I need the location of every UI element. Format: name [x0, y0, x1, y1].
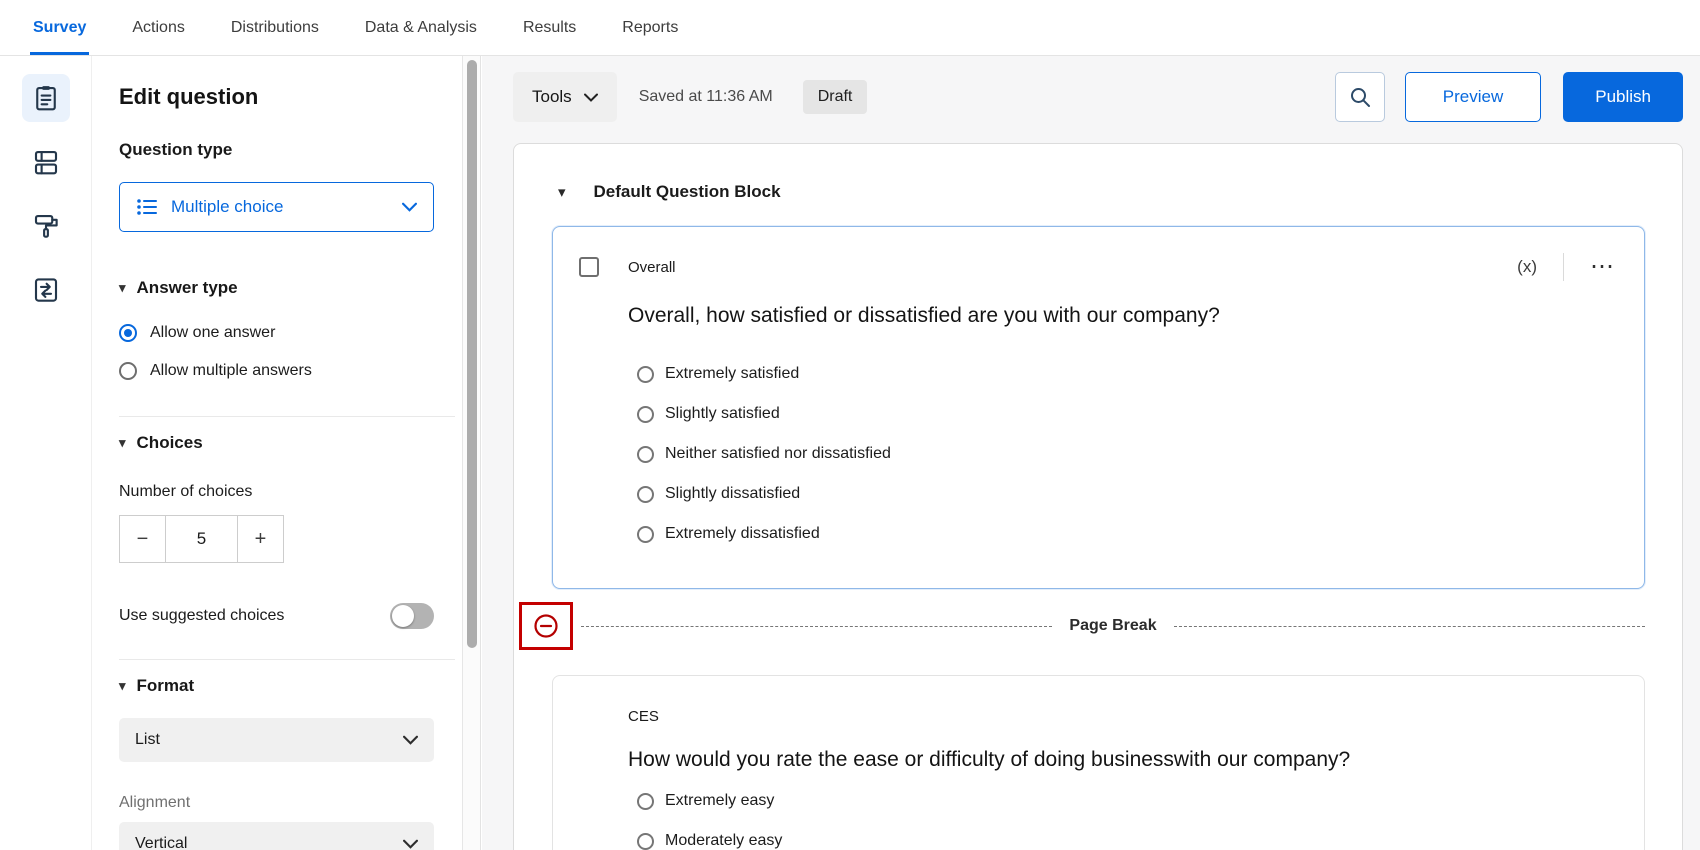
- sidebar-scrollbar[interactable]: [463, 56, 481, 850]
- section-divider: [119, 416, 455, 417]
- chevron-down-icon: [403, 735, 418, 745]
- exclude-question-icon[interactable]: (x): [1517, 257, 1563, 277]
- radio-choice-icon[interactable]: [637, 366, 654, 383]
- radio-choice-icon[interactable]: [637, 446, 654, 463]
- question-type-dropdown[interactable]: Multiple choice: [119, 182, 434, 232]
- blocks-icon[interactable]: [22, 138, 70, 186]
- question-card-overall[interactable]: Overall (x) ⋯ Overall, how satisfied or …: [552, 226, 1645, 589]
- answer-type-label: Answer type: [137, 278, 238, 298]
- toggle-knob: [392, 605, 414, 627]
- page-break-row: Page Break: [519, 601, 1645, 651]
- top-nav: Survey Actions Distributions Data & Anal…: [0, 0, 1700, 56]
- alignment-dropdown[interactable]: Vertical: [119, 822, 434, 850]
- question-checkbox[interactable]: [579, 257, 599, 277]
- search-icon: [1349, 86, 1371, 108]
- page-break-label: Page Break: [1052, 617, 1173, 635]
- alignment-label: Alignment: [119, 794, 462, 812]
- choice-count-value: 5: [165, 515, 238, 563]
- collapse-triangle-icon: ▾: [119, 435, 126, 451]
- nav-tabs: Survey Actions Distributions Data & Anal…: [33, 0, 678, 55]
- radio-choice-icon[interactable]: [637, 793, 654, 810]
- section-divider: [119, 659, 455, 660]
- choice-row[interactable]: Neither satisfied nor dissatisfied: [637, 442, 1616, 466]
- choice-row[interactable]: Extremely easy: [637, 789, 1616, 813]
- tab-results[interactable]: Results: [523, 0, 576, 55]
- block-collapse-triangle-icon[interactable]: ▾: [558, 183, 566, 201]
- choices-label: Choices: [137, 433, 203, 453]
- question-type-label: Question type: [119, 140, 462, 160]
- question-text[interactable]: Overall, how satisfied or dissatisfied a…: [628, 303, 1616, 329]
- block-header: ▾ Default Question Block: [514, 182, 1682, 202]
- save-status-text: Saved at 11:36 AM: [639, 88, 773, 106]
- format-label: Format: [137, 676, 195, 696]
- format-section-header[interactable]: ▾ Format: [119, 676, 194, 696]
- multiple-choice-icon: [136, 197, 158, 217]
- answer-type-option-allow-multiple[interactable]: Allow multiple answers: [119, 362, 462, 380]
- scrollbar-thumb[interactable]: [467, 60, 477, 648]
- use-suggested-choices-row: Use suggested choices: [119, 603, 434, 629]
- radio-choice-icon[interactable]: [637, 526, 654, 543]
- increase-choices-button[interactable]: +: [237, 515, 284, 563]
- collapse-triangle-icon: ▾: [119, 280, 126, 296]
- format-value: List: [135, 731, 160, 749]
- radio-button-icon: [119, 324, 137, 342]
- tools-button[interactable]: Tools: [513, 72, 617, 122]
- choice-row[interactable]: Moderately easy: [637, 829, 1616, 850]
- tab-data-analysis[interactable]: Data & Analysis: [365, 0, 477, 55]
- remove-page-break-icon[interactable]: [532, 612, 560, 640]
- question-id: CES: [628, 708, 659, 725]
- tab-survey[interactable]: Survey: [33, 0, 86, 55]
- chevron-down-icon: [402, 202, 417, 212]
- preview-button[interactable]: Preview: [1405, 72, 1541, 122]
- use-suggested-choices-toggle[interactable]: [390, 603, 434, 629]
- question-block-card: ▾ Default Question Block Overall (x) ⋯ O…: [513, 143, 1683, 850]
- chevron-down-icon: [403, 839, 418, 849]
- icon-rail: [0, 56, 92, 850]
- question-type-value: Multiple choice: [171, 197, 283, 217]
- block-title: Default Question Block: [594, 182, 781, 202]
- radio-choice-icon[interactable]: [637, 406, 654, 423]
- tab-distributions[interactable]: Distributions: [231, 0, 319, 55]
- question-id: Overall: [628, 259, 676, 276]
- panel-title: Edit question: [119, 84, 462, 110]
- question-text[interactable]: How would you rate the ease or difficult…: [628, 747, 1616, 773]
- answer-type-section-header[interactable]: ▾ Answer type: [119, 278, 238, 298]
- choice-row[interactable]: Slightly dissatisfied: [637, 482, 1616, 506]
- answer-type-option-allow-one[interactable]: Allow one answer: [119, 324, 462, 342]
- choice-row[interactable]: Extremely dissatisfied: [637, 522, 1616, 546]
- choice-row[interactable]: Slightly satisfied: [637, 402, 1616, 426]
- page-break-dashes: [581, 626, 1052, 627]
- decrease-choices-button[interactable]: −: [119, 515, 166, 563]
- edit-question-panel: Edit question Question type Multiple cho…: [92, 56, 463, 850]
- status-badge: Draft: [803, 80, 868, 114]
- choice-count-stepper: − 5 +: [119, 515, 462, 563]
- use-suggested-choices-label: Use suggested choices: [119, 607, 284, 625]
- question-card-ces[interactable]: CES How would you rate the ease or diffi…: [552, 675, 1645, 850]
- survey-builder-icon[interactable]: [22, 74, 70, 122]
- chevron-down-icon: [584, 93, 598, 102]
- tab-reports[interactable]: Reports: [622, 0, 678, 55]
- collapse-triangle-icon: ▾: [119, 678, 126, 694]
- survey-flow-icon[interactable]: [22, 266, 70, 314]
- radio-button-icon: [119, 362, 137, 380]
- number-of-choices-label: Number of choices: [119, 483, 462, 501]
- toolbar: Tools Saved at 11:36 AM Draft Preview Pu…: [513, 71, 1683, 123]
- publish-button[interactable]: Publish: [1563, 72, 1683, 122]
- alignment-value: Vertical: [135, 835, 187, 850]
- search-button[interactable]: [1335, 72, 1385, 122]
- look-and-feel-icon[interactable]: [22, 202, 70, 250]
- radio-choice-icon[interactable]: [637, 833, 654, 850]
- survey-canvas: Tools Saved at 11:36 AM Draft Preview Pu…: [482, 56, 1700, 850]
- radio-choice-icon[interactable]: [637, 486, 654, 503]
- choice-row[interactable]: Extremely satisfied: [637, 362, 1616, 386]
- choices-section-header[interactable]: ▾ Choices: [119, 433, 203, 453]
- page-break-dashes: [1174, 626, 1645, 627]
- more-menu-icon[interactable]: ⋯: [1564, 260, 1616, 274]
- tab-actions[interactable]: Actions: [132, 0, 184, 55]
- annotation-highlight-box: [519, 602, 573, 650]
- format-dropdown[interactable]: List: [119, 718, 434, 762]
